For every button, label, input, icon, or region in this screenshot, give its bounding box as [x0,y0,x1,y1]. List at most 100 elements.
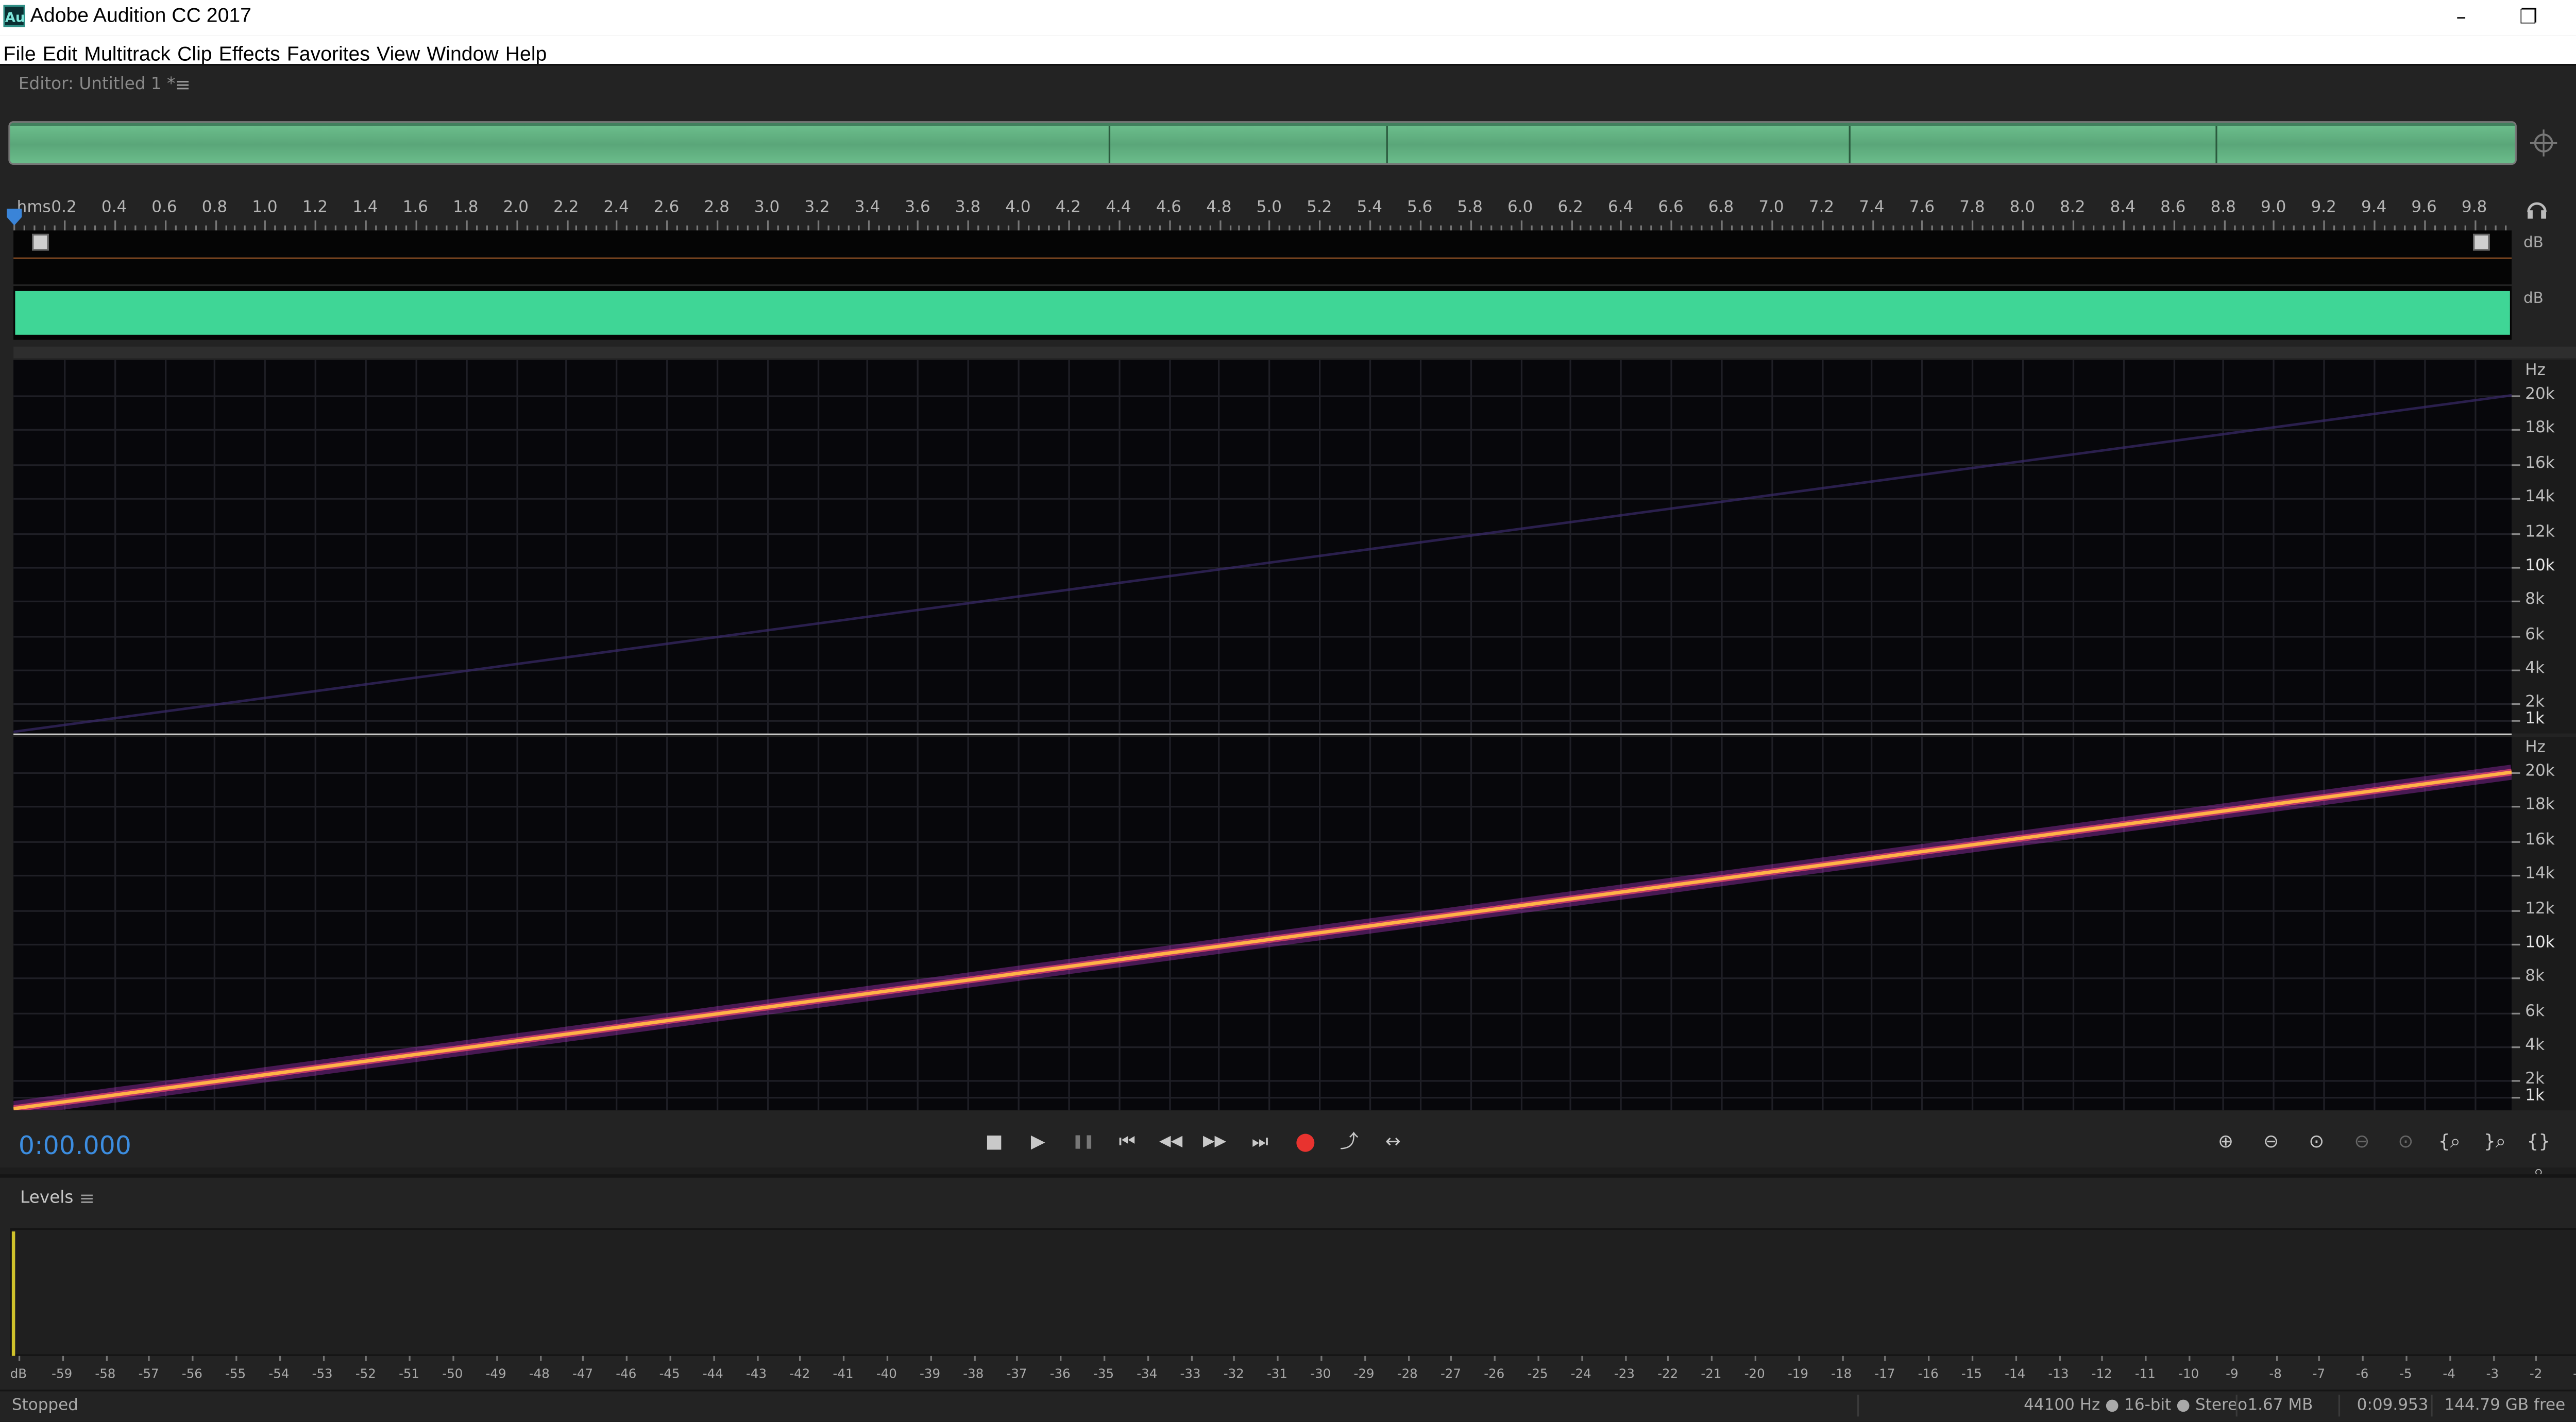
menu-multitrack[interactable]: Multitrack [84,40,171,67]
menu-favorites[interactable]: Favorites [287,40,370,67]
ruler-tick [1359,225,1362,231]
move-to-end-button[interactable]: ⏭ [1245,1127,1275,1158]
db-scale-label: -8 [2269,1366,2282,1381]
maximize-button[interactable]: ❐ [2490,2,2567,32]
menu-effects[interactable]: Effects [219,40,280,67]
zoom-out-point-button[interactable]: }⌕ [2478,1127,2512,1158]
ruler-tick [244,225,247,231]
fade-out-handle[interactable] [2472,233,2490,251]
play-button[interactable]: ▶ [1023,1127,1053,1158]
editor-panel-menu-icon[interactable]: ≡ [175,74,191,96]
ruler-tick [164,220,166,231]
waveform-right-channel[interactable] [13,286,2512,340]
editor-tab[interactable]: Editor: Untitled 1 * [19,76,175,94]
db-scale-tick [1364,1356,1366,1361]
ruler-tick [1841,225,1843,231]
view-divider[interactable] [13,346,2576,359]
ruler-tick [1078,225,1080,231]
record-button[interactable]: ● [1290,1127,1320,1158]
ruler-tick [264,220,267,231]
menu-window[interactable]: Window [427,40,498,67]
db-scale-label: -27 [1440,1366,1461,1381]
db-scale-tick [1798,1356,1800,1361]
ruler-tick [345,225,347,231]
zoom-in-amplitude-button[interactable]: ⊕ [2209,1127,2242,1158]
zoom-in-time-button[interactable]: ⊙ [2300,1127,2333,1158]
zoom-out-amplitude-button[interactable]: ⊖ [2255,1127,2288,1158]
ruler-tick [2243,225,2245,231]
close-button[interactable]: ✕ [2564,2,2576,32]
ruler-tick [2353,225,2355,231]
menu-clip[interactable]: Clip [177,40,212,67]
duration: 0:09.953 [2357,1396,2429,1415]
pause-button[interactable]: ❚❚ [1068,1127,1098,1158]
levels-panel-menu-icon[interactable]: ≡ [79,1188,94,1209]
fade-in-handle[interactable] [32,233,49,251]
channel-separator [13,733,2512,735]
ruler-tick [2082,225,2084,231]
db-scale-tick [1624,1356,1626,1361]
spectrogram-left-channel[interactable] [13,360,2512,734]
ruler-tick [2042,225,2044,231]
hz-tick [2512,841,2520,843]
db-scale-label: -32 [1223,1366,1244,1381]
skip-selection-button[interactable]: ↔ [1378,1127,1408,1158]
ruler-tick [1430,225,1432,231]
zoom-out-full-button[interactable]: ⊙ [2389,1127,2422,1158]
fast-forward-button[interactable]: ▶▶ [1199,1127,1230,1158]
minimize-button[interactable]: – [2422,2,2500,32]
frequency-sweep-line [13,770,2512,1111]
ruler-tick [636,225,638,231]
db-scale-tick [1147,1356,1149,1361]
move-to-start-button[interactable]: ⏮ [1112,1127,1142,1158]
ruler-tick [1660,225,1663,231]
ruler-tick-label: 0.4 [101,198,127,217]
ruler-tick [214,220,216,231]
ruler-tick [1088,225,1090,231]
ruler-tick [988,225,990,231]
hz-tick [2512,464,2520,466]
ruler-tick [1379,225,1382,231]
zoom-to-fit-button[interactable]: ⌕ [2567,1127,2576,1158]
headphones-icon[interactable] [2525,197,2549,221]
hz-tick-label: 4k [2525,659,2545,678]
menu-help[interactable]: Help [505,40,547,67]
menu-file[interactable]: File [4,40,36,67]
ruler-tick [1038,225,1040,231]
zoom-in-point-button[interactable]: {⌕ [2433,1127,2466,1158]
db-scale-label: -45 [659,1366,680,1381]
stop-button[interactable]: ■ [979,1127,1009,1158]
ruler-tick [1882,225,1884,231]
zoom-crosshair-icon[interactable] [2529,128,2559,158]
overview-navigator[interactable] [8,121,2517,165]
ruler-tick [1399,225,1401,231]
db-scale-label: -17 [1874,1366,1895,1381]
ruler-tick [2143,225,2145,231]
ruler-tick [2404,225,2406,231]
ruler-tick [1651,225,1653,231]
ruler-tick [737,225,739,231]
ruler-tick [1871,220,1874,231]
ruler-tick [726,225,728,231]
time-ruler[interactable]: 0.2 0.4 0.6 0.8 1.0 1.2 1.4 1.6 1.8 2.0 2.2 2.4 2.6 2… [13,194,2512,231]
levels-tab[interactable]: Levels [20,1190,73,1208]
ruler-tick [1229,225,1231,231]
db-scale-tick [1754,1356,1756,1361]
waveform-fill [15,291,2510,335]
db-scale-label: -51 [399,1366,420,1381]
ruler-tick [1279,225,1281,231]
db-scale-tick [2102,1356,2104,1361]
spectrogram-right-channel[interactable] [13,737,2512,1111]
levels-db-scale: dB -59 -58 -57 -56 -55 -54 -53 -52 -51 -50 -49 -48 -4… [10,1356,2576,1386]
db-scale-label: -7 [2312,1366,2326,1381]
current-time-display[interactable]: 0:00.000 [19,1130,131,1161]
menu-edit[interactable]: Edit [43,40,78,67]
zoom-selection-button[interactable]: {}⌕ [2522,1127,2555,1182]
waveform-left-channel[interactable] [13,230,2512,284]
loop-playback-button[interactable]: ⤴ [1334,1127,1364,1158]
ruler-tick [2072,220,2075,231]
db-label-right: dB [2523,291,2544,308]
rewind-button[interactable]: ◀◀ [1156,1127,1186,1158]
zoom-out-time-button[interactable]: ⊖ [2345,1127,2379,1158]
menu-view[interactable]: View [377,40,420,67]
